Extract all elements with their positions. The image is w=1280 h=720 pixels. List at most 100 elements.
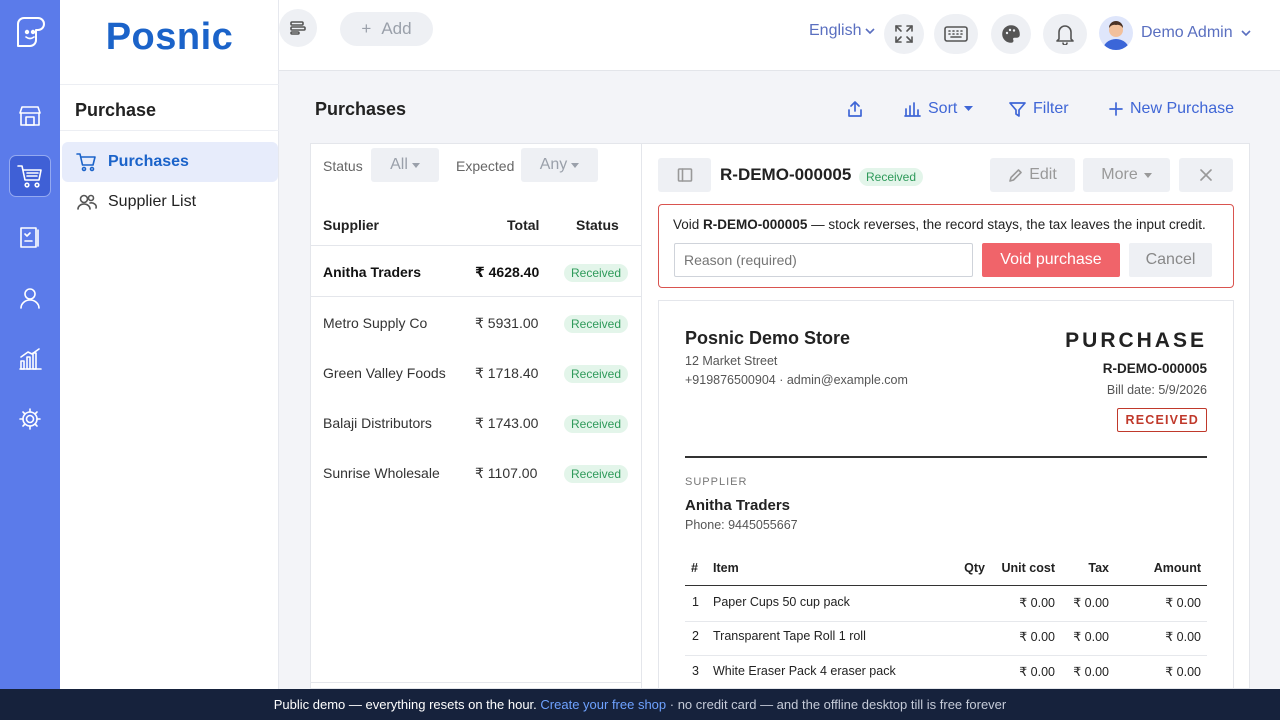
pencil-icon — [1009, 168, 1023, 182]
item-name: Paper Cups 50 cup pack — [713, 595, 850, 609]
void-confirmation: Void R-DEMO-000005 — stock reverses, the… — [658, 204, 1234, 288]
clipboard-icon[interactable] — [10, 217, 50, 257]
sort-label: Sort — [928, 100, 958, 117]
new-purchase-button[interactable]: New Purchase — [1109, 100, 1234, 118]
row-supplier: Anitha Traders — [323, 264, 422, 280]
brand-logo[interactable]: Posnic — [60, 16, 279, 59]
chart-icon[interactable] — [10, 339, 50, 379]
expected-filter-select[interactable]: Any — [521, 148, 598, 182]
caret-down-icon — [1143, 172, 1152, 178]
sidebar-section-title: Purchase — [75, 100, 157, 120]
banner-text-secondary: · no credit card — and the offline deskt… — [666, 697, 1007, 712]
purchase-list: Status All Expected Any Supplier Total S… — [310, 143, 641, 689]
item-amount: ₹ 0.00 — [1165, 630, 1201, 644]
page-title: Purchases — [315, 99, 407, 119]
bar-chart-icon — [904, 102, 921, 117]
toggle-list-button[interactable] — [658, 158, 711, 192]
user-icon[interactable] — [10, 278, 50, 318]
table-row[interactable]: Balaji Distributors ₹ 1743.00 Received — [311, 398, 641, 448]
row-supplier: Green Valley Foods — [323, 365, 446, 381]
palette-icon[interactable] — [991, 14, 1031, 54]
add-button[interactable]: + Add — [340, 12, 433, 46]
purchase-document: Posnic Demo Store 12 Market Street +9198… — [658, 300, 1234, 690]
row-supplier: Balaji Distributors — [323, 415, 432, 431]
sidebar: Posnic Purchase Purchases Supplier List — [60, 0, 279, 689]
item-name: Transparent Tape Roll 1 roll — [713, 629, 866, 643]
sort-button[interactable]: Sort — [903, 100, 974, 118]
status-badge: Received — [564, 315, 629, 333]
store-contact: +919876500904 · admin@example.com — [685, 373, 908, 387]
status-filter-select[interactable]: All — [371, 148, 439, 182]
received-stamp: RECEIVED — [1117, 408, 1207, 432]
item-row: 2 Transparent Tape Roll 1 roll ₹ 0.00 ₹ … — [685, 621, 1207, 656]
items-header: # Item Qty Unit cost Tax Amount — [685, 553, 1207, 586]
menu-icon[interactable] — [279, 9, 317, 47]
more-button[interactable]: More — [1083, 158, 1170, 192]
filter-button[interactable]: Filter — [1009, 100, 1069, 118]
column-number: # — [691, 561, 698, 575]
row-supplier: Sunrise Wholesale — [323, 465, 440, 481]
status-badge: Received — [564, 365, 629, 383]
column-tax: Tax — [1088, 561, 1109, 575]
status-filter-label: Status — [323, 158, 363, 174]
bell-icon[interactable] — [1043, 14, 1087, 54]
column-status[interactable]: Status — [576, 217, 619, 233]
close-icon — [1200, 169, 1212, 181]
divider — [311, 682, 641, 683]
plus-icon: + — [361, 19, 372, 38]
edit-label: Edit — [1029, 166, 1057, 183]
divider — [60, 130, 279, 131]
chevron-down-icon — [1241, 30, 1251, 37]
user-name: Demo Admin — [1141, 24, 1233, 41]
cart-icon — [76, 151, 98, 173]
item-amount: ₹ 0.00 — [1165, 665, 1201, 679]
status-badge: Received — [564, 465, 629, 483]
avatar — [1099, 16, 1133, 50]
void-prefix: Void — [673, 217, 700, 232]
sidebar-item-purchases[interactable]: Purchases — [62, 142, 278, 182]
table-row[interactable]: Metro Supply Co ₹ 5931.00 Received — [311, 298, 641, 348]
app-logo-icon[interactable] — [10, 12, 50, 52]
keyboard-icon[interactable] — [934, 14, 978, 54]
sidebar-item-supplier-list[interactable]: Supplier List — [62, 182, 278, 222]
status-badge: Received — [564, 264, 629, 282]
item-amount: ₹ 0.00 — [1165, 596, 1201, 610]
item-unit-cost: ₹ 0.00 — [1019, 630, 1055, 644]
item-number: 3 — [692, 664, 699, 678]
create-shop-link[interactable]: Create your free shop — [540, 697, 666, 712]
column-supplier[interactable]: Supplier — [323, 217, 379, 233]
column-amount: Amount — [1153, 561, 1201, 575]
store-icon[interactable] — [10, 96, 50, 136]
edit-button[interactable]: Edit — [990, 158, 1075, 192]
column-total[interactable]: Total — [507, 217, 539, 233]
table-row[interactable]: Green Valley Foods ₹ 1718.40 Received — [311, 348, 641, 398]
close-button[interactable] — [1179, 158, 1233, 192]
supplier-name: Anitha Traders — [685, 497, 791, 514]
user-menu[interactable]: Demo Admin — [1099, 16, 1251, 50]
bill-date: Bill date: 5/9/2026 — [1106, 383, 1207, 397]
cart-icon[interactable] — [9, 155, 51, 197]
expected-filter-label: Expected — [456, 158, 515, 174]
purchase-detail: R-DEMO-000005 Received Edit More Void R-… — [641, 143, 1250, 690]
gear-icon[interactable] — [10, 399, 50, 439]
caret-down-icon — [571, 162, 580, 168]
top-bar: + Add English Demo Admin — [279, 0, 1280, 71]
table-row[interactable]: Sunrise Wholesale ₹ 1107.00 Received — [311, 448, 641, 498]
void-purchase-button[interactable]: Void purchase — [982, 243, 1120, 277]
more-label: More — [1101, 166, 1138, 183]
divider — [685, 456, 1207, 458]
status-filter-value: All — [390, 156, 408, 173]
fullscreen-icon[interactable] — [884, 14, 924, 54]
item-tax: ₹ 0.00 — [1073, 630, 1109, 644]
void-reason-input[interactable] — [674, 243, 973, 277]
row-total: ₹ 1718.40 — [475, 365, 539, 381]
table-row[interactable]: Anitha Traders ₹ 4628.40 Received — [311, 247, 641, 297]
language-select[interactable]: English — [809, 22, 876, 40]
filter-icon — [1009, 101, 1026, 117]
export-button[interactable] — [846, 100, 864, 118]
item-number: 2 — [692, 629, 699, 643]
row-total: ₹ 4628.40 — [475, 264, 540, 280]
cancel-button[interactable]: Cancel — [1129, 243, 1212, 277]
void-explanation: — stock reverses, the record stays, the … — [811, 217, 1206, 232]
language-label: English — [809, 22, 862, 39]
